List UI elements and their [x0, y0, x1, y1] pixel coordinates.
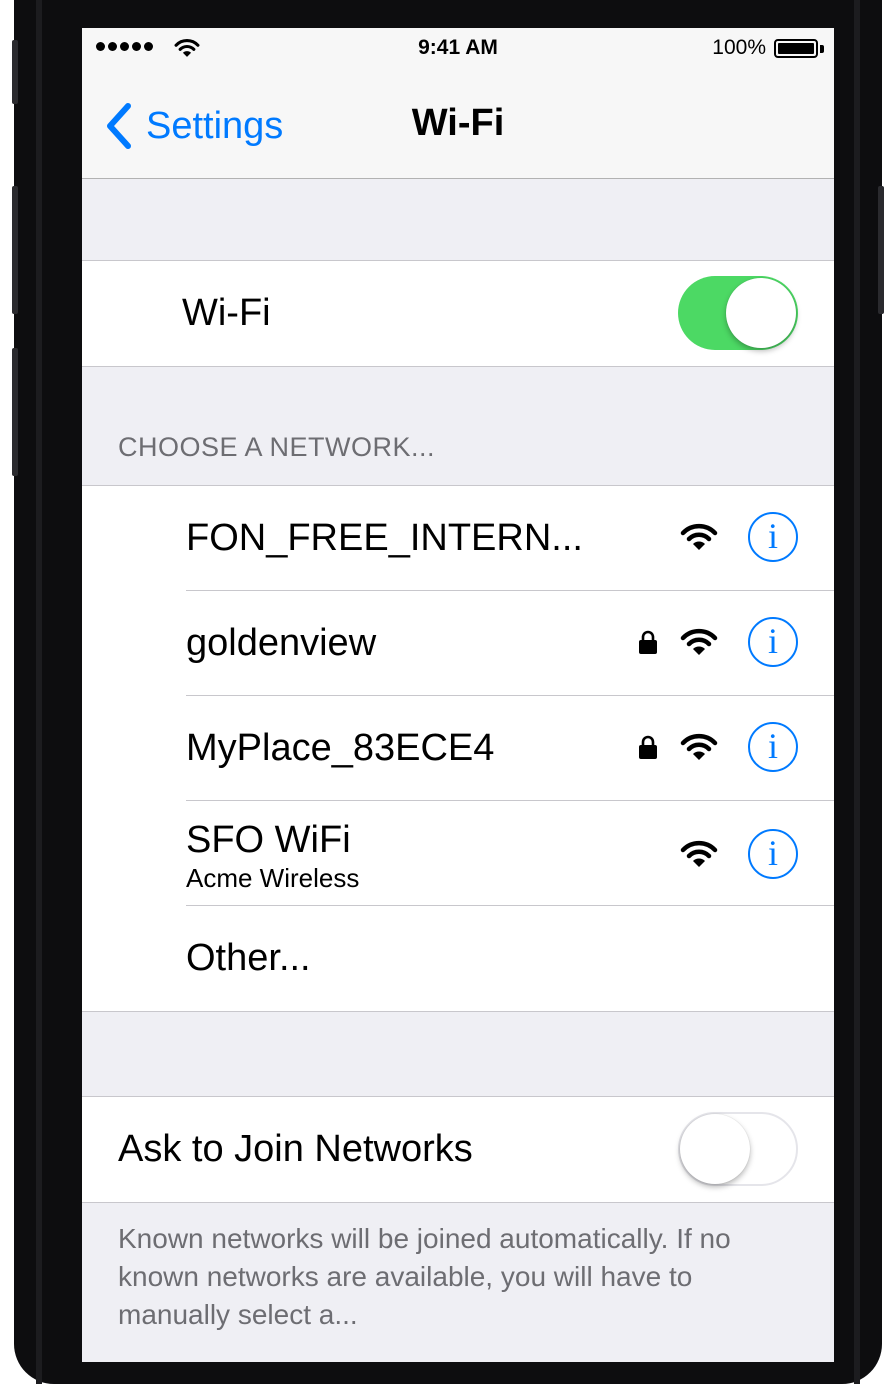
network-name: MyPlace_83ECE4 — [186, 727, 495, 769]
power-button — [878, 186, 884, 314]
wifi-signal-icon — [680, 840, 718, 867]
page-title: Wi-Fi — [411, 102, 505, 144]
battery-percent: 100% — [712, 36, 766, 59]
wifi-signal-icon — [680, 733, 718, 760]
networks-section-header: CHOOSE A NETWORK... — [118, 432, 436, 462]
ask-to-join-switch[interactable] — [678, 1112, 798, 1186]
wifi-signal-icon — [680, 523, 718, 550]
network-row[interactable]: MyPlace_83ECE4 i — [82, 696, 834, 801]
lock-icon — [639, 735, 657, 759]
info-icon[interactable]: i — [748, 617, 798, 667]
ask-to-join-row: Ask to Join Networks — [82, 1097, 834, 1202]
battery-icon — [774, 39, 818, 58]
wifi-toggle-switch[interactable] — [678, 276, 798, 350]
info-icon[interactable]: i — [748, 722, 798, 772]
network-row[interactable]: FON_FREE_INTERN... i — [82, 486, 834, 591]
network-name: SFO WiFi — [186, 819, 351, 861]
other-network-row[interactable]: Other... — [82, 906, 834, 1011]
phone-frame: 9:41 AM 100% Settings Wi-Fi Wi-Fi CHOOSE… — [12, 0, 884, 1384]
lock-icon — [639, 630, 657, 654]
frame-band-right — [854, 0, 860, 1384]
ask-to-join-footer: Known networks will be joined automatica… — [118, 1223, 731, 1330]
networks-list: FON_FREE_INTERN... i goldenview i MyPlac… — [82, 485, 834, 1012]
navigation-bar: Settings Wi-Fi — [82, 68, 834, 179]
screen: 9:41 AM 100% Settings Wi-Fi Wi-Fi CHOOSE… — [82, 28, 834, 1362]
wifi-toggle-row: Wi-Fi — [82, 261, 834, 366]
info-icon[interactable]: i — [748, 512, 798, 562]
wifi-signal-icon — [680, 628, 718, 655]
battery-tip — [820, 45, 824, 53]
volume-down-button — [12, 348, 18, 476]
network-name: FON_FREE_INTERN... — [186, 517, 583, 559]
ask-to-join-label: Ask to Join Networks — [118, 1128, 473, 1170]
status-bar: 9:41 AM 100% — [82, 28, 834, 68]
toggle-knob — [726, 278, 796, 348]
wifi-toggle-label: Wi-Fi — [182, 292, 271, 334]
network-subtitle: Acme Wireless — [186, 863, 360, 893]
network-row[interactable]: SFO WiFi Acme Wireless i — [82, 801, 834, 906]
toggle-knob — [680, 1114, 750, 1184]
info-icon[interactable]: i — [748, 829, 798, 879]
volume-up-button — [12, 186, 18, 314]
network-name: goldenview — [186, 622, 377, 664]
network-row[interactable]: goldenview i — [82, 591, 834, 696]
ask-to-join-group: Ask to Join Networks — [82, 1096, 834, 1203]
frame-band-left — [36, 0, 42, 1384]
other-network-label: Other... — [186, 937, 311, 979]
mute-switch — [12, 40, 18, 104]
wifi-toggle-group: Wi-Fi — [82, 260, 834, 367]
